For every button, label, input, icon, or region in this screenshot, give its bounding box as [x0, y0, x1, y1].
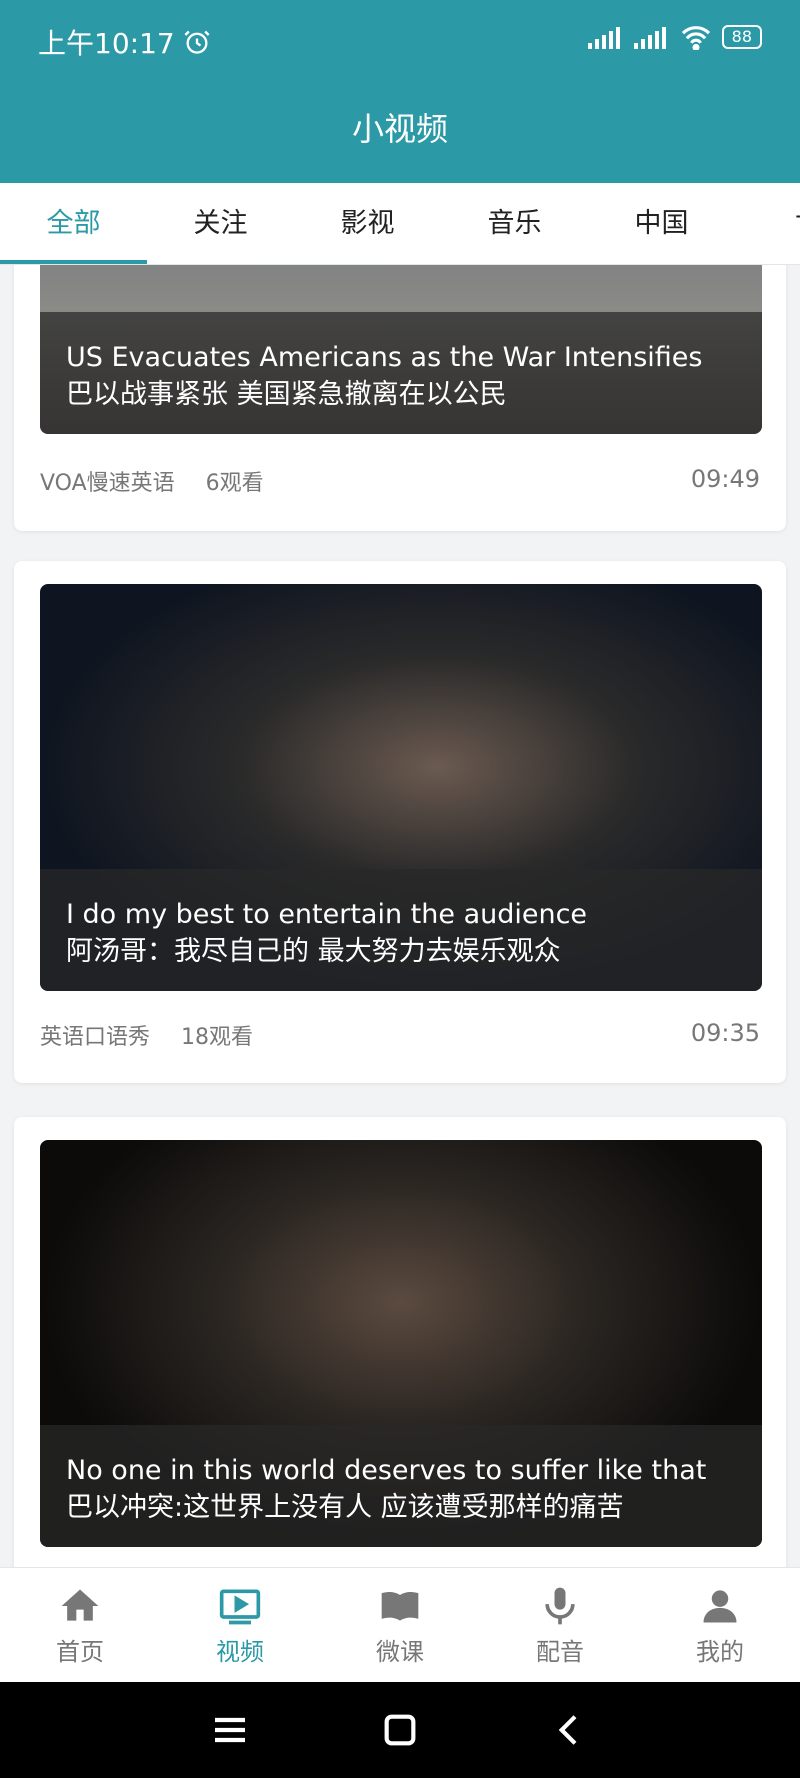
video-card[interactable]: No one in this world deserves to suffer … — [14, 1117, 786, 1567]
status-icons: 88 — [587, 24, 762, 50]
video-thumbnail[interactable]: No one in this world deserves to suffer … — [40, 1140, 762, 1547]
video-duration: 09:49 — [690, 465, 760, 493]
nav-profile[interactable]: 我的 — [640, 1568, 800, 1682]
tab-follow[interactable]: 关注 — [147, 183, 294, 264]
bottom-navigation: 首页 视频 微课 配音 我的 — [0, 1567, 800, 1682]
nav-home[interactable]: 首页 — [0, 1568, 160, 1682]
signal-hd-icon — [633, 27, 666, 49]
video-title-en: No one in this world deserves to suffer … — [66, 1455, 707, 1486]
video-caption: US Evacuates Americans as the War Intens… — [40, 312, 762, 434]
video-duration: 09:35 — [690, 1019, 760, 1047]
video-views: 6观看 — [205, 471, 264, 496]
video-caption: I do my best to entertain the audience 阿… — [40, 869, 762, 991]
nav-video-label: 视频 — [216, 1637, 264, 1666]
video-card[interactable]: US Evacuates Americans as the War Intens… — [14, 265, 786, 531]
home-square-icon[interactable] — [380, 1710, 420, 1750]
book-icon — [381, 1591, 419, 1621]
video-meta: 英语口语秀 18观看 09:35 — [40, 1019, 760, 1051]
microphone-icon — [545, 1587, 575, 1624]
video-title-cn: 巴以战事紧张 美国紧急撤离在以公民 — [66, 379, 507, 410]
tab-china[interactable]: 中国 — [588, 183, 735, 264]
user-icon — [703, 1589, 737, 1622]
status-time-text: 上午10:17 — [38, 27, 175, 60]
video-feed: US Evacuates Americans as the War Intens… — [0, 265, 800, 1567]
category-tabs: 全部 关注 影视 音乐 中国 世 — [0, 183, 800, 265]
tab-all[interactable]: 全部 — [0, 183, 147, 264]
video-meta: VOA慢速英语 6观看 09:49 — [40, 465, 760, 497]
video-title-en: US Evacuates Americans as the War Intens… — [66, 342, 703, 373]
tab-world[interactable]: 世 — [735, 183, 800, 264]
video-title-cn: 巴以冲突:这世界上没有人 应该遭受那样的痛苦 — [66, 1492, 624, 1523]
back-icon[interactable] — [550, 1710, 590, 1750]
video-title-cn: 阿汤哥：我尽自己的 最大努力去娱乐观众 — [66, 936, 561, 967]
video-source: 英语口语秀 — [40, 1025, 151, 1050]
video-caption: No one in this world deserves to suffer … — [40, 1425, 762, 1547]
video-icon — [219, 1589, 261, 1624]
status-time: 上午10:17 — [38, 22, 211, 62]
nav-home-label: 首页 — [56, 1637, 104, 1666]
nav-course-label: 微课 — [376, 1637, 424, 1666]
video-thumbnail[interactable]: I do my best to entertain the audience 阿… — [40, 584, 762, 991]
wifi-icon — [681, 26, 710, 50]
signal-icon — [587, 27, 620, 49]
video-title-en: I do my best to entertain the audience — [66, 899, 588, 930]
home-icon — [61, 1589, 99, 1621]
nav-course[interactable]: 微课 — [320, 1568, 480, 1682]
video-source: VOA慢速英语 — [40, 471, 175, 496]
video-card[interactable]: I do my best to entertain the audience 阿… — [14, 561, 786, 1083]
tab-music[interactable]: 音乐 — [441, 183, 588, 264]
nav-video[interactable]: 视频 — [160, 1568, 320, 1682]
top-bar: 上午10:17 88 小视频 — [0, 0, 800, 183]
video-views: 18观看 — [181, 1025, 254, 1050]
system-navigation-bar — [0, 1682, 800, 1778]
battery-indicator: 88 — [721, 25, 762, 49]
nav-profile-label: 我的 — [696, 1637, 744, 1666]
nav-dubbing[interactable]: 配音 — [480, 1568, 640, 1682]
video-thumbnail[interactable]: US Evacuates Americans as the War Intens… — [40, 265, 762, 434]
tab-film[interactable]: 影视 — [294, 183, 441, 264]
alarm-icon — [184, 30, 210, 54]
nav-dubbing-label: 配音 — [536, 1637, 584, 1666]
menu-icon[interactable] — [210, 1710, 250, 1750]
page-title: 小视频 — [351, 110, 448, 148]
